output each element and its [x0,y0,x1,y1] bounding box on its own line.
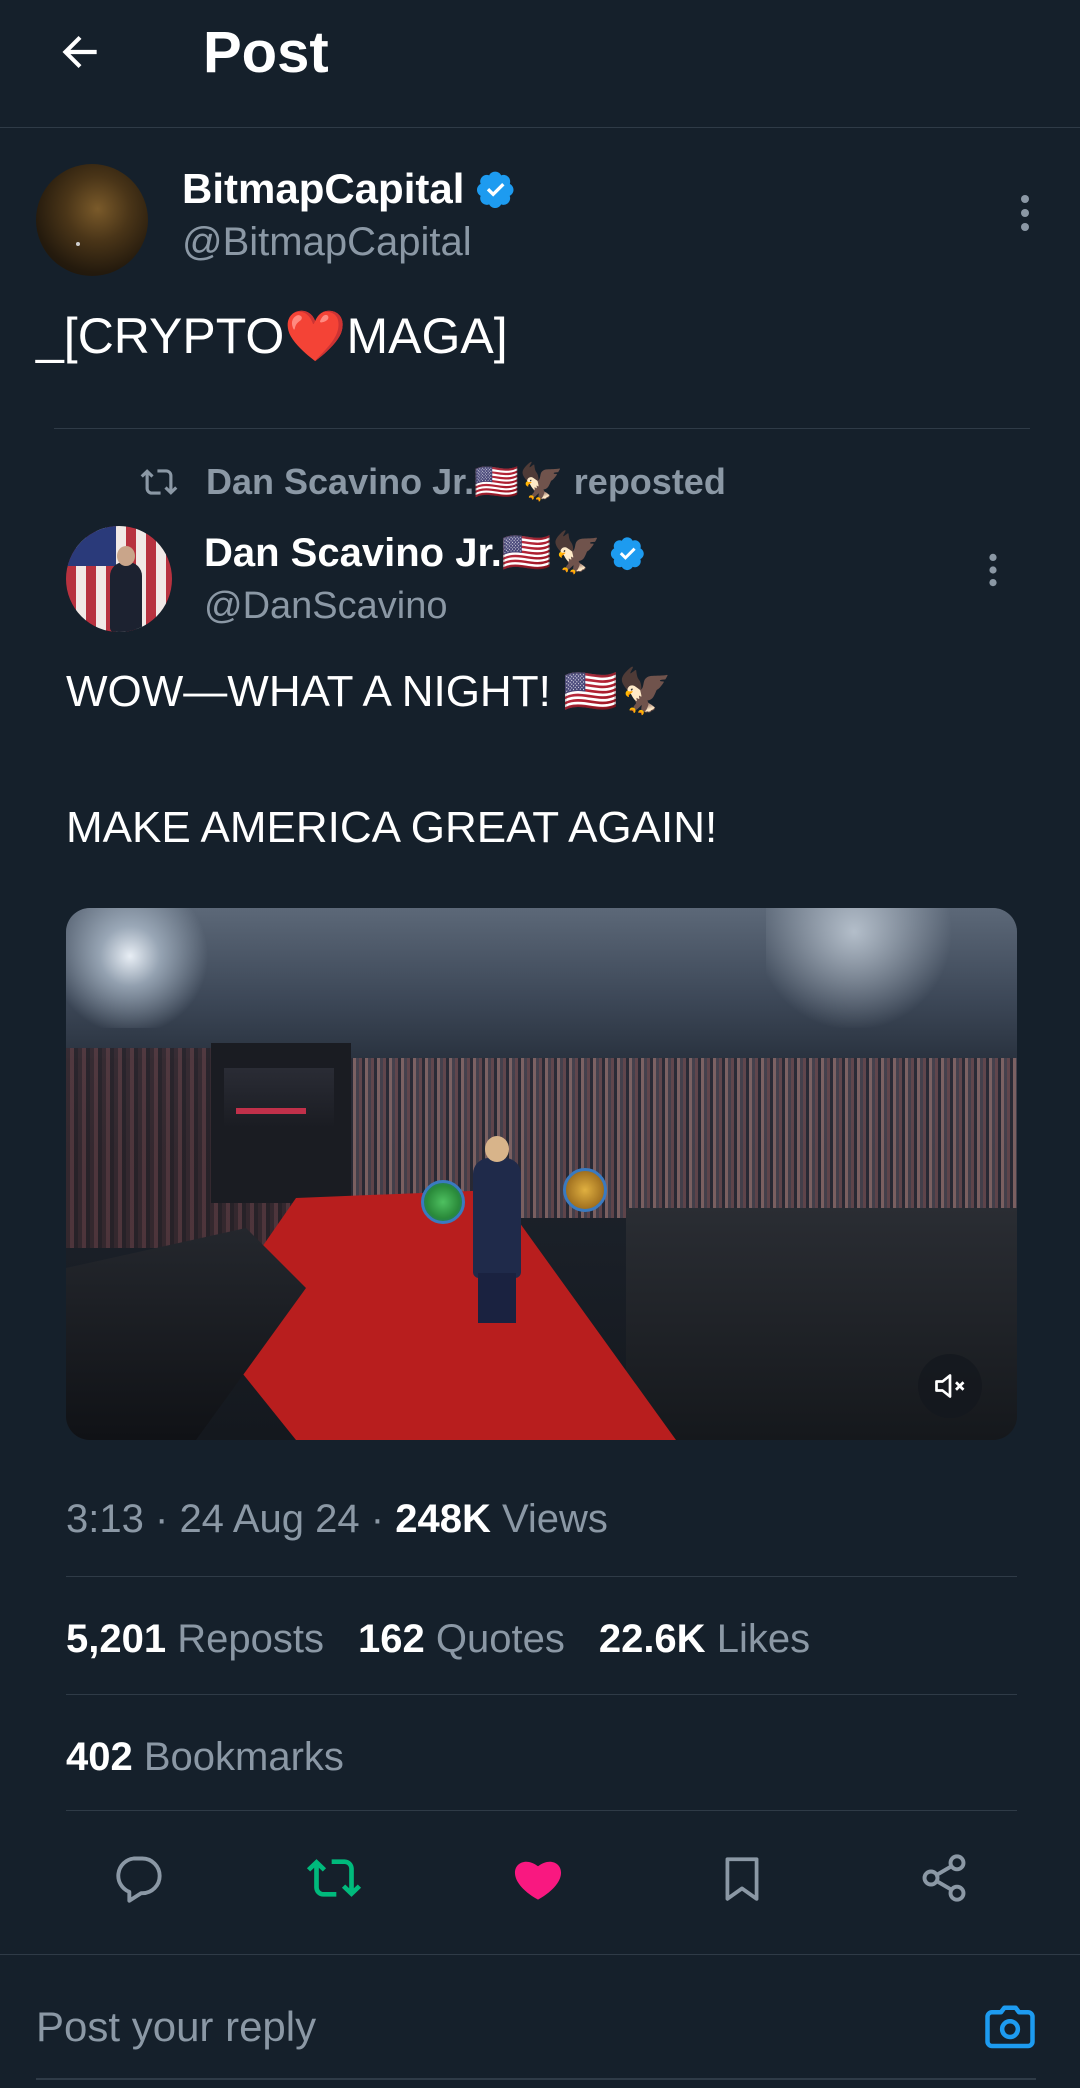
author-name-row[interactable]: BitmapCapital [182,164,516,214]
video-player[interactable] [66,908,1017,1440]
post-text-before: _[CRYPTO [36,308,285,364]
post-time: 3:13 [66,1497,144,1541]
divider [66,1810,1017,1811]
reply-icon [116,1856,162,1903]
quoted-text-line-1: WOW—WHAT A NIGHT! 🇺🇸🦅 [66,667,673,716]
heart-emoji: ❤️ [284,308,347,364]
reposted-label: reposted [573,461,726,502]
engagement-stats: 5,201 Reposts 162 Quotes 22.6K Likes [66,1614,810,1664]
reply-button[interactable] [106,1846,170,1910]
divider [66,1576,1017,1577]
doge-sticker [563,1168,607,1212]
divider [0,1954,1080,1955]
post-date: 24 Aug 24 [179,1497,360,1541]
camera-icon [985,2005,1035,2049]
like-button[interactable] [506,1846,570,1910]
repost-icon [140,469,178,495]
more-vertical-icon [989,553,997,587]
author-avatar[interactable] [36,164,148,276]
reposted-by-line[interactable]: Dan Scavino Jr.🇺🇸🦅 reposted [140,458,726,506]
reply-input-underline [36,2078,1036,2080]
quoted-author-name[interactable]: Dan Scavino Jr.🇺🇸🦅 [204,528,602,578]
share-button[interactable] [912,1846,976,1910]
verified-badge-icon [477,171,514,208]
reposts-stat[interactable]: 5,201 Reposts [66,1614,324,1664]
mute-icon [935,1374,965,1398]
page-title: Post [203,20,329,85]
quoted-author-avatar[interactable] [66,526,172,632]
quoted-author-name-row[interactable]: Dan Scavino Jr.🇺🇸🦅 [204,528,646,578]
bookmark-button[interactable] [710,1846,774,1910]
post-text-after: MAGA] [346,308,508,364]
reposted-by-name: Dan Scavino Jr.🇺🇸🦅 [206,461,564,502]
camera-button[interactable] [982,2000,1038,2056]
repost-button[interactable] [302,1846,366,1910]
top-bar: Post [0,0,1080,128]
like-icon [514,1861,562,1900]
likes-stat[interactable]: 22.6K Likes [599,1614,810,1664]
author-name[interactable]: BitmapCapital [182,164,464,214]
divider [54,428,1030,429]
bookmarks-stat[interactable]: 402 Bookmarks [66,1732,344,1782]
divider [66,1694,1017,1695]
back-button[interactable] [50,22,110,82]
back-arrow-icon [62,35,97,69]
quoted-more-options-button[interactable] [975,545,1011,595]
quoted-author-handle[interactable]: @DanScavino [204,582,447,630]
reply-input[interactable]: Post your reply [36,2000,316,2054]
bookmark-icon [725,1857,759,1901]
quotes-stat[interactable]: 162 Quotes [358,1614,565,1664]
action-bar [66,1846,1017,1910]
views-count: 248K [395,1497,491,1541]
share-icon [922,1854,966,1902]
post-text: _[CRYPTO❤️MAGA] [36,306,508,366]
post-meta: 3:13 · 24 Aug 24 · 248K Views [66,1497,608,1541]
more-options-button[interactable] [1005,188,1045,238]
more-vertical-icon [1021,195,1029,231]
author-handle[interactable]: @BitmapCapital [182,218,472,266]
views-label: Views [501,1497,608,1541]
quoted-text-line-2: MAKE AMERICA GREAT AGAIN! [66,803,718,852]
repost-icon [306,1859,362,1897]
frog-sticker [421,1180,465,1224]
verified-badge-icon [610,537,644,571]
mute-button[interactable] [918,1354,982,1418]
